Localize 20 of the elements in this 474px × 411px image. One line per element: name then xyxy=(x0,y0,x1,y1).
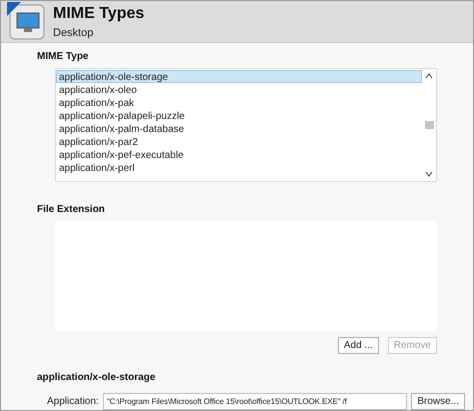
list-item[interactable]: application/x-palm-database xyxy=(56,122,422,135)
scrollbar-thumb[interactable] xyxy=(424,121,434,129)
browse-button[interactable]: Browse... xyxy=(411,393,465,410)
action-button[interactable]: Add ... xyxy=(338,337,379,354)
list-item[interactable]: application/x-perl xyxy=(56,161,422,174)
window-title: MIME Types xyxy=(53,4,144,22)
section-label: File Extension xyxy=(37,204,106,215)
list-item[interactable]: application/x-ole-storage xyxy=(56,70,422,83)
window-subtitle: Desktop xyxy=(53,26,94,38)
list-item[interactable]: application/x-oleo xyxy=(56,83,422,96)
list-item[interactable]: application/x-pak xyxy=(56,96,422,109)
scroll-down-icon[interactable] xyxy=(425,171,433,177)
list-item[interactable]: application/x-pef-executable xyxy=(56,148,422,161)
list-item[interactable]: application/x-par2 xyxy=(56,135,422,148)
section-label: application/x-ole-storage xyxy=(37,372,156,383)
application-field[interactable]: "C:\Program Files\Microsoft Office 15\root\office15\OUTLOOK.EXE" /f xyxy=(102,393,408,410)
list-item[interactable]: application/x-palapeli-puzzle xyxy=(56,109,422,122)
field-label: Application: xyxy=(47,396,99,407)
scroll-up-icon[interactable] xyxy=(425,73,433,79)
section-label: MIME Type xyxy=(37,51,90,62)
